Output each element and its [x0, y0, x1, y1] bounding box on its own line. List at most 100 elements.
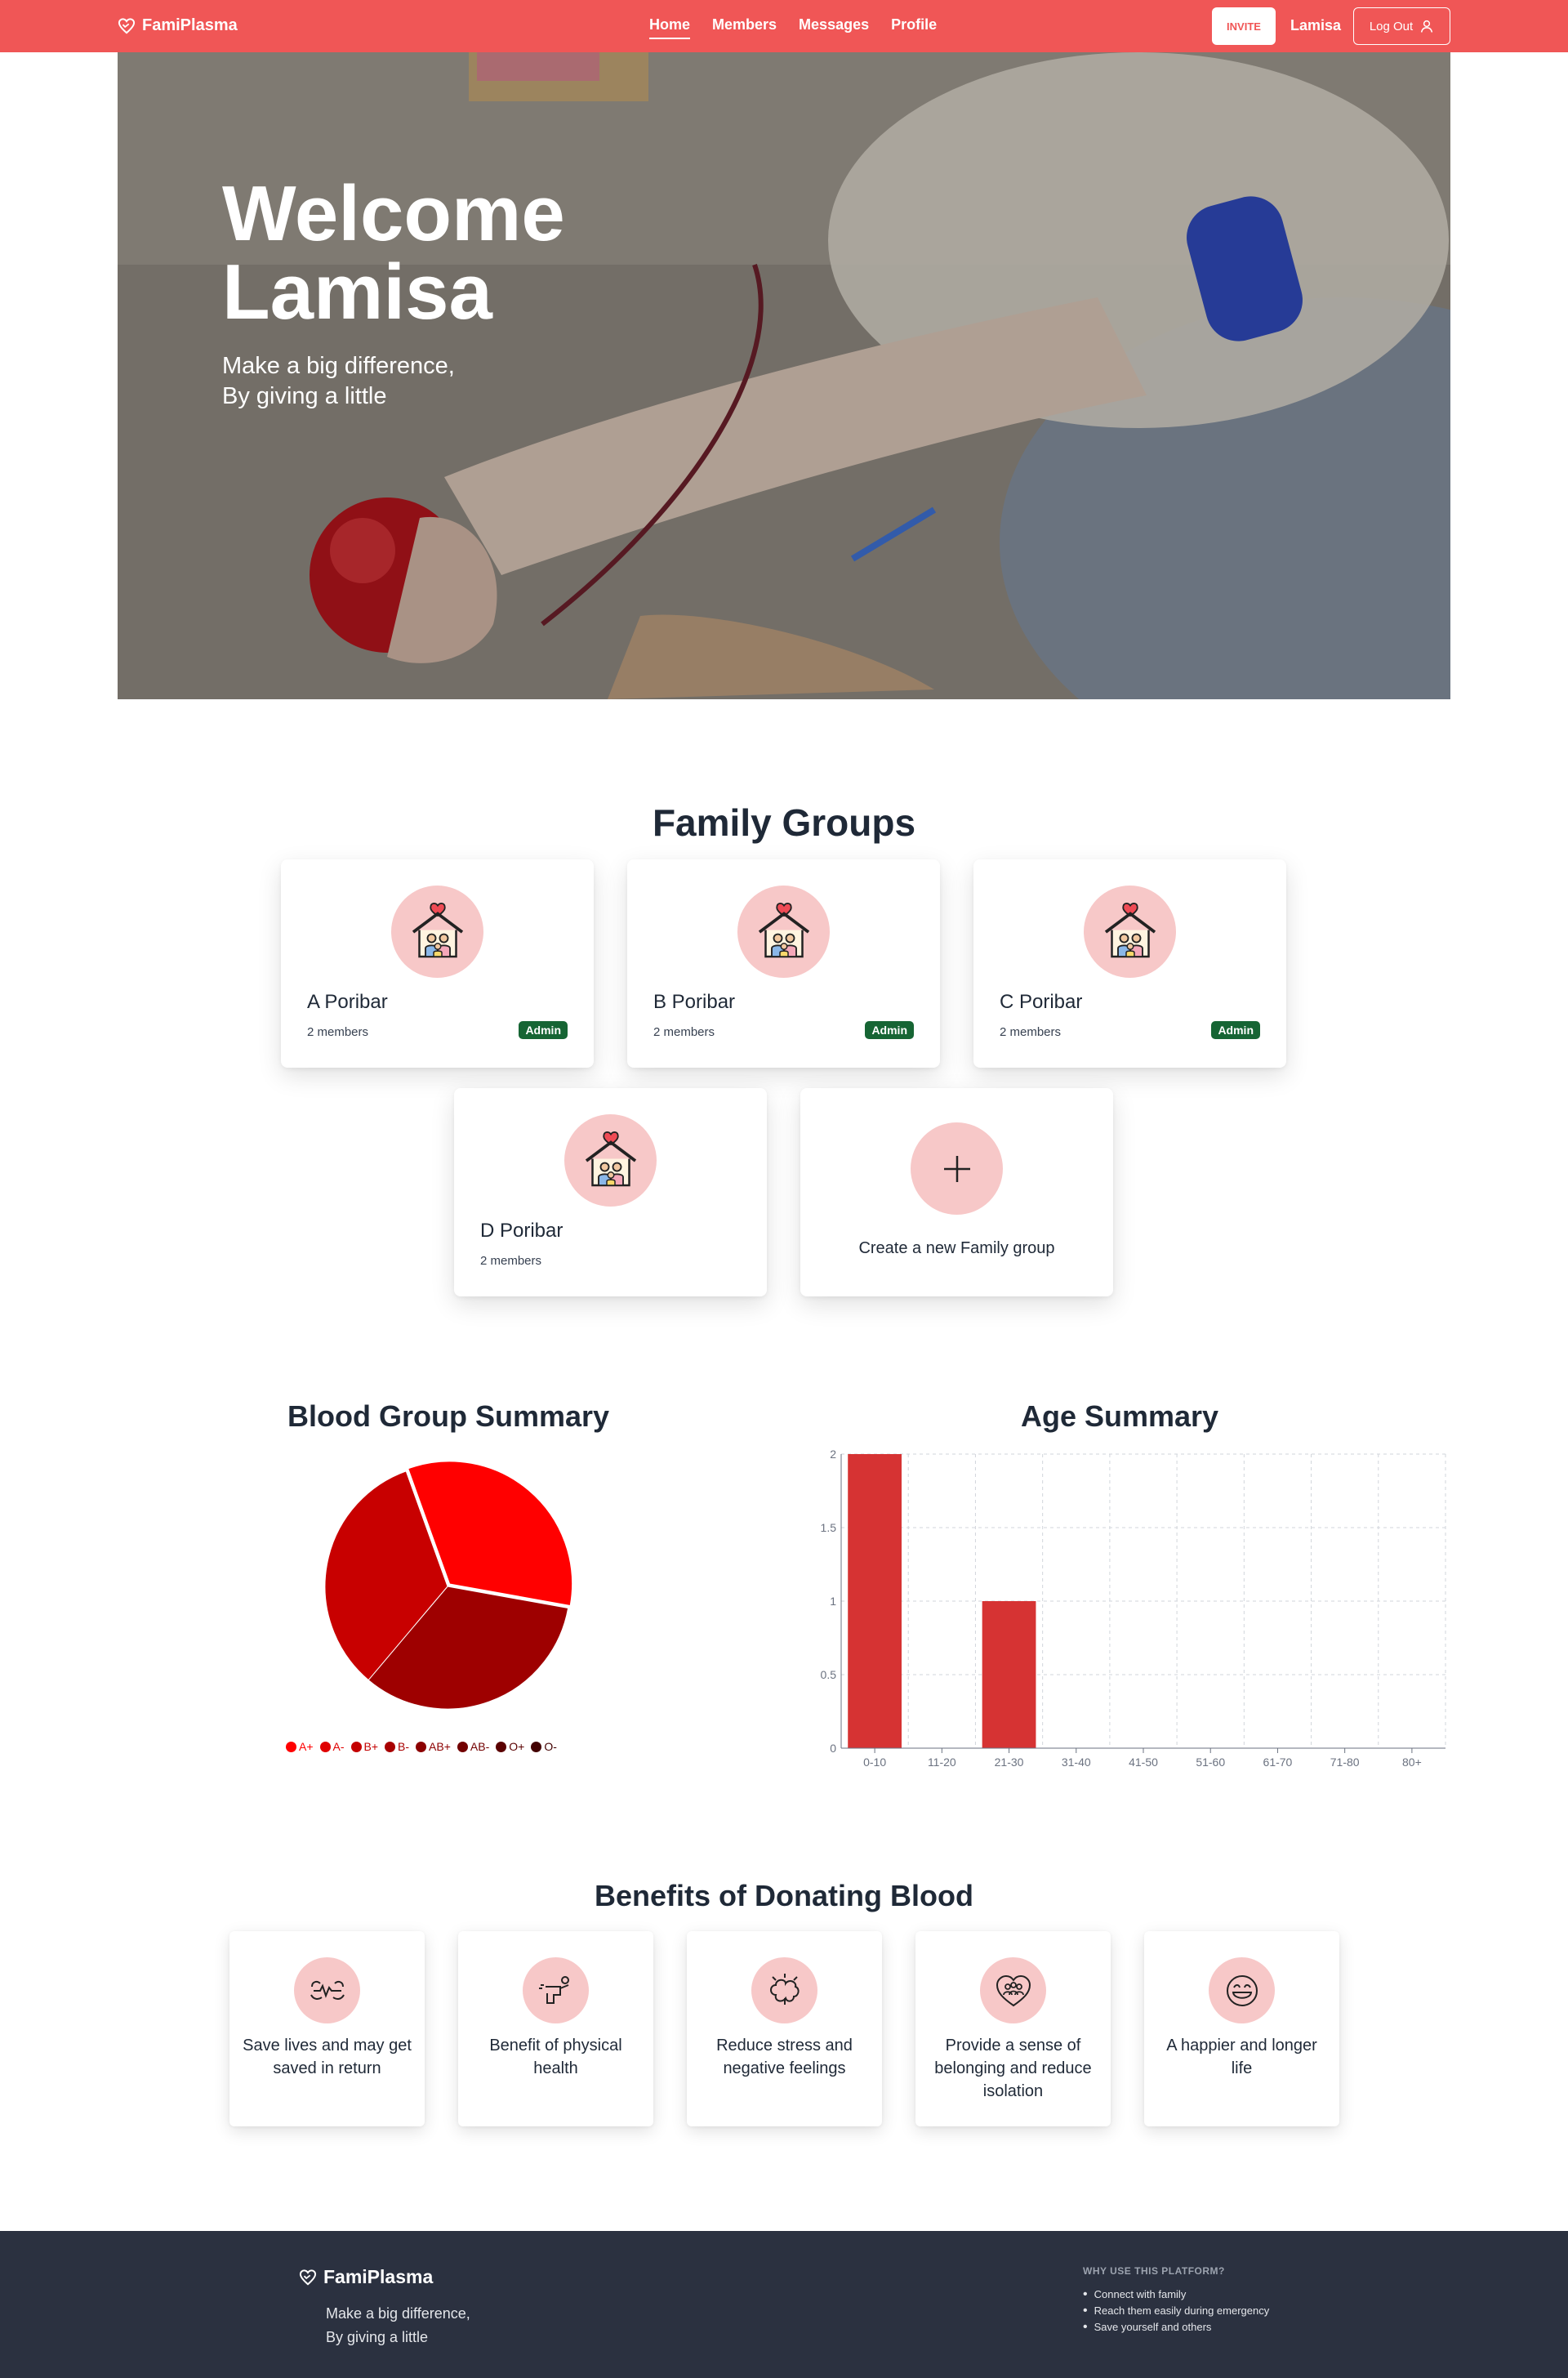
- legend-label: AB-: [470, 1740, 490, 1753]
- legend-label: O-: [544, 1740, 557, 1753]
- benefit-text: Provide a sense of belonging and reduce …: [934, 2037, 1092, 2100]
- blood-group-legend: A+ A- B+ B- AB+ AB- O+ O-: [286, 1740, 564, 1753]
- footer-brand[interactable]: FamiPlasma: [299, 2266, 433, 2288]
- nav-members[interactable]: Members: [712, 16, 777, 39]
- happy-face-icon: [1226, 1974, 1258, 2006]
- x-tick-label: 41-50: [1129, 1756, 1158, 1769]
- legend-label: A-: [332, 1740, 345, 1753]
- create-family-label: Create a new Family group: [858, 1239, 1055, 1257]
- legend-label: B+: [363, 1740, 379, 1753]
- nav-links: Home Members Messages Profile: [649, 16, 959, 39]
- footer-why-item: Save yourself and others: [1083, 2319, 1269, 2336]
- footer-why-item: Reach them easily during emergency: [1083, 2303, 1270, 2319]
- legend-item[interactable]: AB+: [416, 1740, 451, 1753]
- heart-hand-icon: [299, 2269, 317, 2285]
- y-tick-label: 1: [830, 1595, 836, 1608]
- logout-button[interactable]: Log Out: [1353, 7, 1450, 45]
- admin-badge: Admin: [519, 1021, 568, 1039]
- benefit-card: Save lives and may get saved in return: [229, 1931, 425, 2126]
- nav-messages[interactable]: Messages: [799, 16, 869, 39]
- footer-brand-name: FamiPlasma: [323, 2266, 434, 2287]
- logout-label: Log Out: [1369, 19, 1414, 33]
- nav-home[interactable]: Home: [649, 16, 691, 39]
- age-summary-title: Age Summary: [1020, 1399, 1219, 1433]
- x-tick-label: 21-30: [995, 1756, 1024, 1769]
- footer: FamiPlasma Make a big difference, By giv…: [0, 2231, 1568, 2378]
- hero-subtitle-line2: By giving a little: [222, 383, 387, 409]
- heart-people-icon: [996, 1974, 1031, 2006]
- family-card-b[interactable]: B Poribar 2 members Admin: [627, 859, 940, 1068]
- benefit-icon-circle: [294, 1957, 360, 2023]
- x-tick-label: 51-60: [1196, 1756, 1225, 1769]
- y-tick-label: 1.5: [821, 1521, 837, 1534]
- nav-profile[interactable]: Profile: [891, 16, 937, 39]
- family-member-count: 2 members: [480, 1254, 542, 1268]
- family-name: C Poribar: [1000, 991, 1083, 1013]
- navbar: FamiPlasma Home Members Messages Profile…: [0, 0, 1568, 52]
- family-name: A Poribar: [307, 991, 388, 1013]
- legend-item[interactable]: O+: [496, 1740, 524, 1753]
- family-house-heart-icon: [758, 902, 809, 957]
- heart-hand-icon: [118, 17, 136, 33]
- legend-label: A+: [299, 1740, 314, 1753]
- family-card-c[interactable]: C Poribar 2 members Admin: [973, 859, 1286, 1068]
- legend-item[interactable]: B-: [385, 1740, 409, 1753]
- x-tick-label: 61-70: [1263, 1756, 1293, 1769]
- legend-dot: [496, 1741, 507, 1752]
- legend-item[interactable]: A-: [319, 1740, 345, 1753]
- hero-title-line1: Welcome: [222, 170, 565, 257]
- legend-item[interactable]: O-: [531, 1740, 557, 1753]
- heartbeat-hands-icon: [310, 1980, 345, 2000]
- x-tick-label: 11-20: [928, 1756, 956, 1769]
- family-name: B Poribar: [653, 991, 736, 1013]
- create-family-button[interactable]: [911, 1122, 1003, 1215]
- x-tick-label: 31-40: [1062, 1756, 1091, 1769]
- hero-subtitle: Make a big difference, By giving a littl…: [222, 351, 630, 412]
- hero-title: Welcome Lamisa: [222, 175, 794, 332]
- y-tick-label: 0: [830, 1742, 836, 1755]
- footer-why-heading: WHY USE THIS PLATFORM?: [1083, 2265, 1225, 2277]
- brain-stress-icon: [769, 1973, 800, 2005]
- benefit-card: A happier and longer life: [1144, 1931, 1339, 2126]
- y-tick-label: 2: [830, 1448, 836, 1461]
- nav-user-name[interactable]: Lamisa: [1290, 17, 1341, 34]
- family-member-count: 2 members: [1000, 1025, 1062, 1039]
- user-icon: [1421, 20, 1433, 33]
- legend-dot: [350, 1741, 362, 1752]
- legend-dot: [319, 1741, 331, 1752]
- benefit-icon-circle: [523, 1957, 589, 2023]
- hero-subtitle-line1: Make a big difference,: [222, 353, 455, 379]
- footer-tagline-line1: Make a big difference,: [326, 2305, 470, 2322]
- benefit-icon-circle: [1209, 1957, 1275, 2023]
- benefit-card: Reduce stress and negative feelings: [687, 1931, 882, 2126]
- family-icon-circle: [1084, 886, 1176, 978]
- brand-logo[interactable]: FamiPlasma: [118, 16, 238, 35]
- legend-item[interactable]: AB-: [457, 1740, 489, 1753]
- legend-dot: [531, 1741, 542, 1752]
- family-card-d[interactable]: D Poribar 2 members: [454, 1088, 767, 1296]
- benefit-text: Reduce stress and negative feelings: [716, 2037, 853, 2077]
- footer-why-list: Connect with family Reach them easily du…: [1083, 2287, 1270, 2336]
- age-bar: [848, 1454, 902, 1748]
- x-tick-label: 0-10: [863, 1756, 886, 1769]
- x-tick-label: 71-80: [1330, 1756, 1360, 1769]
- blood-group-summary-title: Blood Group Summary: [287, 1399, 610, 1433]
- age-bar: [982, 1601, 1036, 1748]
- age-bar-chart: 0 0.5 1 1.5 2 0-10 11-20 21-30 31-40 41-50 51-60 61…: [821, 1448, 1446, 1769]
- family-card-a[interactable]: A Poribar 2 members Admin: [281, 859, 594, 1068]
- legend-dot: [385, 1741, 396, 1752]
- admin-badge: Admin: [1211, 1021, 1260, 1039]
- hero-banner: Welcome Lamisa Make a big difference, By…: [118, 52, 1450, 699]
- legend-item[interactable]: A+: [286, 1740, 314, 1753]
- legend-item[interactable]: B+: [350, 1740, 379, 1753]
- create-family-card[interactable]: Create a new Family group: [800, 1088, 1113, 1296]
- benefit-text: A happier and longer life: [1166, 2037, 1317, 2077]
- family-member-count: 2 members: [653, 1025, 715, 1039]
- x-tick-label: 80+: [1402, 1756, 1422, 1769]
- y-tick-label: 0.5: [821, 1668, 837, 1681]
- legend-dot: [457, 1741, 468, 1752]
- family-icon-circle: [737, 886, 830, 978]
- blood-group-pie-chart: [324, 1461, 573, 1710]
- invite-button[interactable]: INVITE: [1212, 7, 1276, 45]
- plus-icon: [943, 1155, 970, 1182]
